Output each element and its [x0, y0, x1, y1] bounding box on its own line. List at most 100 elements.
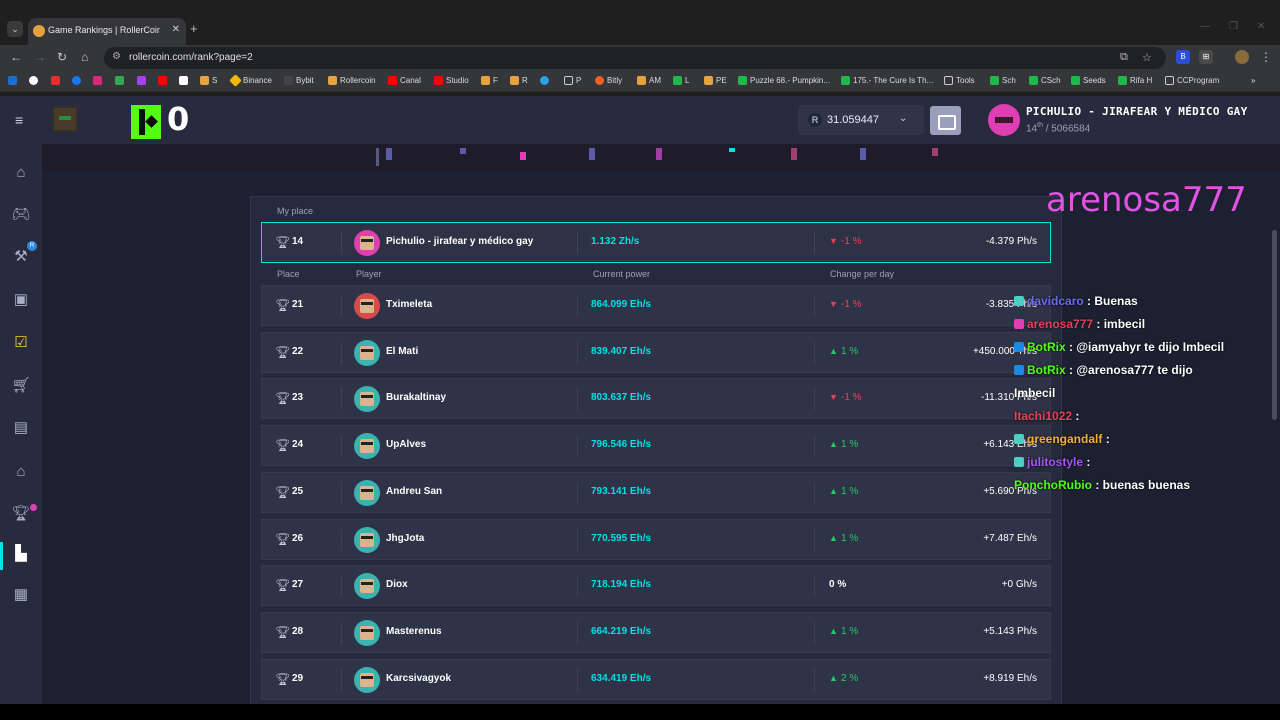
- extension-icon[interactable]: B: [1176, 50, 1190, 64]
- balance-selector[interactable]: R 31.059447 ⌄: [798, 105, 924, 135]
- bookmark-star-icon[interactable]: ☆: [1142, 51, 1152, 64]
- bookmark-sch[interactable]: Sch: [990, 76, 1016, 85]
- trend-arrow-icon: ▲: [829, 625, 838, 636]
- table-row[interactable]: 🏆︎ 23 Burakaltinay 803.637 Eh/s ▼ -1 % -11.310…: [261, 378, 1051, 420]
- home-icon[interactable]: ⌂: [81, 50, 88, 64]
- bookmark-canal[interactable]: Canal: [388, 76, 421, 85]
- address-bar[interactable]: ⚙ rollercoin.com/rank?page=2 ⧉ ☆: [104, 47, 1166, 69]
- shop-icon[interactable]: ▤: [11, 418, 31, 438]
- window-close-icon[interactable]: ✕: [1257, 21, 1265, 32]
- table-row[interactable]: 🏆︎ 26 JhgJota 770.595 Eh/s ▲ 1 % +7.487 Eh/s: [261, 518, 1051, 560]
- url-text: rollercoin.com/rank?page=2: [129, 52, 253, 63]
- page-scrollbar[interactable]: [1272, 230, 1277, 420]
- reload-icon[interactable]: ↻: [57, 50, 67, 64]
- table-row[interactable]: 🏆︎ 27 Diox 718.194 Eh/s 0 % +0 Gh/s: [261, 565, 1051, 607]
- minimize-icon[interactable]: —: [1200, 21, 1210, 32]
- bookmarks-overflow-icon[interactable]: »: [1251, 76, 1255, 85]
- current-power: 718.194 Eh/s: [591, 579, 652, 591]
- bookmark-youtube-icon[interactable]: [158, 76, 167, 85]
- bookmark-outlook-icon[interactable]: [8, 76, 17, 85]
- forward-icon[interactable]: →: [34, 50, 46, 64]
- user-name[interactable]: PICHULIO - JIRAFEAR Y MÉDICO GAY: [1026, 105, 1248, 118]
- user-avatar[interactable]: [988, 104, 1020, 136]
- chat-message: arenosa777 : imbecil: [1014, 317, 1145, 331]
- install-icon[interactable]: ⧉: [1120, 51, 1128, 64]
- bookmark-f[interactable]: F: [481, 76, 498, 85]
- place: 25: [292, 485, 304, 497]
- bookmark-tiktok-icon[interactable]: [29, 76, 38, 85]
- maximize-icon[interactable]: ❐: [1229, 21, 1238, 32]
- cart-icon[interactable]: 🛒︎: [11, 376, 31, 396]
- main-content: My place 🏆︎ 14 Pichulio - jirafear y méd…: [42, 144, 1280, 708]
- site-info-icon[interactable]: ⚙: [112, 51, 121, 62]
- player-name: Masterenus: [386, 625, 442, 637]
- bookmark-rifa[interactable]: Rifa H: [1118, 76, 1152, 85]
- game-avatar[interactable]: [52, 106, 78, 132]
- chat-username: BotRix: [1027, 363, 1066, 377]
- bookmark-rollercoin[interactable]: Rollercoin: [328, 76, 376, 85]
- menu-toggle-icon[interactable]: ≡: [15, 112, 23, 128]
- bookmark-s[interactable]: S: [200, 76, 217, 85]
- close-icon[interactable]: ✕: [172, 24, 180, 35]
- change-percent: 1 %: [841, 439, 859, 451]
- news-icon[interactable]: ▦: [11, 585, 31, 605]
- bookmark-x-icon[interactable]: [179, 76, 188, 85]
- table-row[interactable]: 🏆︎ 25 Andreu San 793.141 Eh/s ▲ 1 % +5.690 Ph/…: [261, 471, 1051, 513]
- bookmark-red-icon[interactable]: [51, 76, 60, 85]
- place: 27: [292, 579, 304, 591]
- chat-text: : imbecil: [1093, 317, 1146, 331]
- marketplace-icon[interactable]: ⌂: [11, 462, 31, 482]
- bookmark-puzzle[interactable]: Puzzle 68.- Pumpkin...: [738, 76, 830, 85]
- change-percent: -1 %: [841, 236, 862, 247]
- tab-rollercoin[interactable]: Game Rankings | RollerCoin.com ✕: [28, 18, 186, 45]
- bookmark-l[interactable]: L: [673, 76, 689, 85]
- place: 28: [292, 625, 304, 637]
- bookmark-binance[interactable]: Binance: [229, 74, 272, 87]
- new-tab-icon[interactable]: +: [190, 21, 198, 36]
- bookmark-bybit[interactable]: Bybit: [284, 76, 314, 85]
- table-row[interactable]: 🏆︎ 29 Karcsivagyok 634.419 Eh/s ▲ 2 % +8.919 E…: [261, 658, 1051, 700]
- trophy-icon[interactable]: 🏆︎: [11, 504, 31, 524]
- leaderboard-icon[interactable]: ▙: [11, 544, 31, 564]
- player-avatar: [354, 386, 380, 413]
- table-row[interactable]: 🏆︎ 24 UpAlves 796.546 Eh/s ▲ 1 % +6.143 Eh/s: [261, 425, 1051, 467]
- bookmark-cure[interactable]: 175.- The Cure Is Th...: [841, 76, 933, 85]
- table-row[interactable]: 🏆︎ 28 Masterenus 664.219 Eh/s ▲ 1 % +5.143 Ph/…: [261, 611, 1051, 653]
- tasks-icon[interactable]: ☑: [11, 333, 31, 353]
- bookmark-r[interactable]: R: [510, 76, 528, 85]
- bookmark-telegram-icon[interactable]: [540, 76, 549, 85]
- table-row[interactable]: 🏆︎ 21 Tximeleta 864.099 Eh/s ▼ -1 % -3.835 Ph/…: [261, 285, 1051, 326]
- bookmark-drive-icon[interactable]: [115, 76, 124, 85]
- storage-icon[interactable]: ▣: [11, 290, 31, 310]
- bookmark-folder-p[interactable]: P: [564, 76, 581, 85]
- bookmark-folder-tools[interactable]: Tools: [944, 76, 975, 85]
- trophy-icon: 🏆︎: [275, 671, 291, 686]
- wallet-button[interactable]: [930, 106, 961, 135]
- bookmark-studio[interactable]: Studio: [434, 76, 469, 85]
- trophy-icon: 🏆︎: [275, 531, 291, 546]
- bookmark-am[interactable]: AM: [637, 76, 661, 85]
- my-place-row[interactable]: 🏆︎ 14 Pichulio - jirafear y médico gay 1…: [261, 222, 1051, 263]
- tab-search-icon[interactable]: ⌄: [7, 21, 23, 37]
- bookmark-csch[interactable]: CSch: [1029, 76, 1061, 85]
- player-avatar: [354, 339, 380, 366]
- bookmark-app-icon[interactable]: [137, 76, 146, 85]
- back-icon[interactable]: ←: [10, 50, 22, 64]
- menu-kebab-icon[interactable]: ⋮: [1260, 50, 1272, 64]
- profile-icon[interactable]: [1235, 50, 1249, 64]
- bookmark-pe[interactable]: PE: [704, 76, 727, 85]
- bookmark-facebook-icon[interactable]: [72, 76, 81, 85]
- chat-text: : Buenas: [1083, 294, 1138, 308]
- bookmark-seeds[interactable]: Seeds: [1071, 76, 1106, 85]
- table-row[interactable]: 🏆︎ 22 El Mati 839.407 Eh/s ▲ 1 % +450.000 Th/s: [261, 331, 1051, 373]
- bookmark-instagram-icon[interactable]: [93, 76, 102, 85]
- chat-text: Imbecil: [1014, 386, 1056, 400]
- bookmark-bitly[interactable]: Bitly: [595, 76, 622, 85]
- home-icon[interactable]: ⌂: [11, 163, 31, 183]
- change-per-day: +0 Gh/s: [1001, 579, 1037, 591]
- bookmark-folder-ccprogram[interactable]: CCProgram: [1165, 76, 1219, 85]
- chat-username: julitostyle: [1027, 455, 1084, 469]
- app-header: ≡: [0, 96, 1280, 144]
- gamepad-icon[interactable]: 🎮︎: [11, 205, 31, 225]
- extensions-puzzle-icon[interactable]: ⊞: [1199, 50, 1213, 64]
